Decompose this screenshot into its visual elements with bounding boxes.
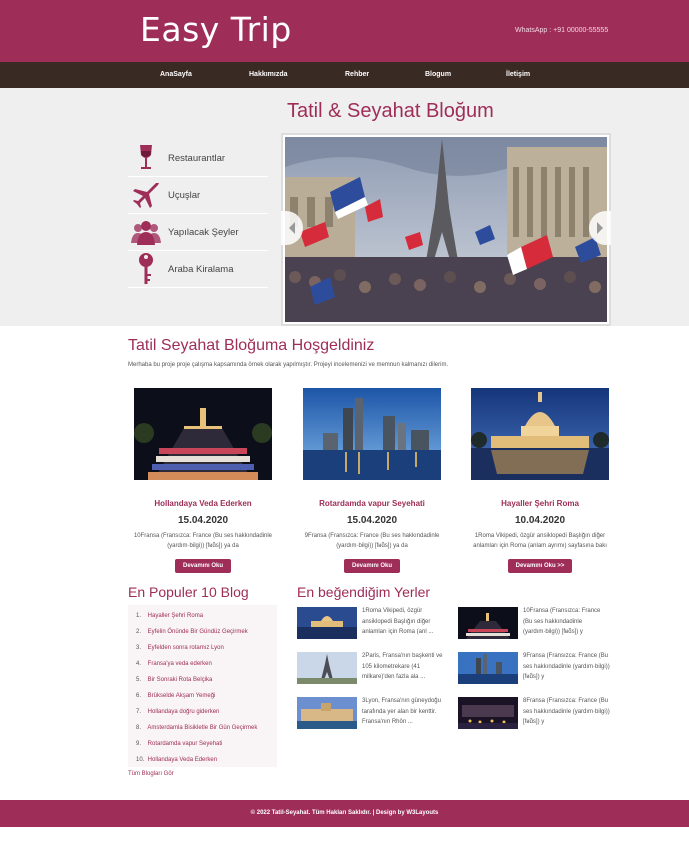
blog-card: Rotardamda vapur Seyehati 15.04.2020 9Fr… xyxy=(302,388,442,573)
list-item[interactable]: 9. Rotardamda vapur Seyehati xyxy=(136,736,277,752)
chevron-right-icon xyxy=(595,221,605,235)
hero-section: Tatil & Seyahat Bloğum Restaurantlar Uçu… xyxy=(0,88,689,326)
read-more-button[interactable]: Devamını Oku xyxy=(343,559,400,573)
blog-card-date: 10.04.2020 xyxy=(514,515,566,526)
favorite-place[interactable]: 10Fransa (Fransızca: France (Bu ses hakk… xyxy=(458,607,610,643)
favorite-place[interactable]: 1Roma Vikipedi, özgür ansiklopedi Başlığ… xyxy=(297,607,449,643)
favorite-place[interactable]: 2Paris, Fransa'nın başkenti ve 105 kilom… xyxy=(297,652,449,688)
list-item[interactable]: 3. Eyfelden sonra rotamız Lyon xyxy=(136,640,277,656)
favorite-place-image xyxy=(458,652,518,684)
blog-card: Hollandaya Veda Ederken 15.04.2020 10Fra… xyxy=(133,388,273,573)
list-item[interactable]: 4. Fransa'ya veda ederken xyxy=(136,656,277,672)
category-label: Restaurantlar xyxy=(168,152,226,164)
chevron-left-icon xyxy=(287,221,297,235)
category-item-restaurants[interactable]: Restaurantlar xyxy=(128,140,268,177)
blog-card: Hayaller Şehri Roma 10.04.2020 1Roma Vik… xyxy=(470,388,610,573)
header: Easy Trip WhatsApp : +91 00000-55555 xyxy=(0,0,689,62)
wine-glass-icon xyxy=(128,142,164,174)
favorite-place-text: 3Lyon, Fransa'nın güneydoğu tarafında ye… xyxy=(362,698,441,725)
favorite-places-title: En beğendiğim Yerler xyxy=(297,584,431,600)
category-label: Araba Kiralama xyxy=(168,263,234,275)
footer-copyright: © 2022 Tatil-Seyahat. Tüm Hakları Saklıd… xyxy=(250,810,439,816)
welcome-title: Tatil Seyahat Bloğuma Hoşgeldiniz xyxy=(128,337,375,354)
blog-card-title[interactable]: Hollandaya Veda Ederken xyxy=(133,499,273,508)
category-menu: Restaurantlar Uçuşlar Yapılacak Şeyler A… xyxy=(128,140,268,288)
favorite-place-image xyxy=(297,697,357,729)
favorite-place-image xyxy=(458,607,518,639)
all-blogs-link[interactable]: Tüm Blogları Gör xyxy=(128,771,174,777)
list-item[interactable]: 2. Eyfelin Önünde Bir Gündüz Geçirmek xyxy=(136,624,277,640)
list-item[interactable]: 1. Hayaller Şehri Roma xyxy=(136,608,277,624)
blog-card-image[interactable] xyxy=(471,388,609,480)
welcome-text: Merhaba bu proje proje çalışma kapsamınd… xyxy=(128,362,449,368)
list-item[interactable]: 7. Hollandaya doğru giderken xyxy=(136,704,277,720)
favorite-place-image xyxy=(297,607,357,639)
category-item-car-rental[interactable]: Araba Kiralama xyxy=(128,251,268,288)
blog-card-date: 15.04.2020 xyxy=(177,515,229,526)
favorite-place-text: 10Fransa (Fransızca: France (Bu ses hakk… xyxy=(523,608,601,635)
list-item[interactable]: 5. Bir Sonraki Rota Belçika xyxy=(136,672,277,688)
category-item-activities[interactable]: Yapılacak Şeyler xyxy=(128,214,268,251)
category-label: Uçuşlar xyxy=(168,189,201,201)
favorite-place-text: 2Paris, Fransa'nın başkenti ve 105 kilom… xyxy=(362,653,443,680)
main-nav: AnaSayfa Hakkımızda Rehber Blogum İletiş… xyxy=(0,62,689,88)
nav-item-home[interactable]: AnaSayfa xyxy=(160,71,192,78)
key-icon xyxy=(128,253,164,285)
airplane-icon xyxy=(128,179,164,211)
blog-card-image[interactable] xyxy=(134,388,272,480)
blog-card-image[interactable] xyxy=(303,388,441,480)
nav-item-blog[interactable]: Blogum xyxy=(425,71,451,78)
favorite-place-text: 8Fransa (Fransızca: France (Bu ses hakkı… xyxy=(523,698,610,725)
blog-card-title[interactable]: Rotardamda vapur Seyehati xyxy=(302,499,442,508)
image-slider[interactable] xyxy=(281,133,611,326)
favorite-place-image xyxy=(458,697,518,729)
popular-blogs-title: En Populer 10 Blog xyxy=(128,584,249,600)
list-item[interactable]: 6. Brükselde Akşam Yemeği xyxy=(136,688,277,704)
favorite-place-text: 1Roma Vikipedi, özgür ansiklopedi Başlığ… xyxy=(362,608,434,635)
nav-item-contact[interactable]: İletişim xyxy=(506,71,530,78)
nav-item-guide[interactable]: Rehber xyxy=(345,71,369,78)
blog-card-excerpt: 10Fransa (Fransızca: France (Bu ses hakk… xyxy=(133,533,273,549)
list-item[interactable]: 10. Hollandaya Veda Ederken xyxy=(136,752,277,768)
people-icon xyxy=(128,216,164,248)
list-item[interactable]: 8. Amsterdamla Bisikletle Bir Gün Geçirm… xyxy=(136,720,277,736)
read-more-button[interactable]: Devamını Oku xyxy=(174,559,231,573)
blog-card-date: 15.04.2020 xyxy=(346,515,398,526)
favorite-place[interactable]: 9Fransa (Fransızca: France (Bu ses hakkı… xyxy=(458,652,610,688)
footer: © 2022 Tatil-Seyahat. Tüm Hakları Saklıd… xyxy=(0,800,689,827)
category-item-flights[interactable]: Uçuşlar xyxy=(128,177,268,214)
favorite-place[interactable]: 3Lyon, Fransa'nın güneydoğu tarafında ye… xyxy=(297,697,449,733)
favorite-place[interactable]: 8Fransa (Fransızca: France (Bu ses hakkı… xyxy=(458,697,610,733)
popular-blogs-list: 1. Hayaller Şehri Roma 2. Eyfelin Önünde… xyxy=(128,605,277,767)
hero-title: Tatil & Seyahat Bloğum xyxy=(287,100,494,122)
blog-card-excerpt: 1Roma Vikipedi, özgür ansiklopedi Başlığ… xyxy=(473,533,607,549)
favorite-place-text: 9Fransa (Fransızca: France (Bu ses hakkı… xyxy=(523,653,610,680)
nav-item-about[interactable]: Hakkımızda xyxy=(249,71,288,78)
site-logo[interactable]: Easy Trip xyxy=(140,10,292,49)
blog-card-excerpt: 9Fransa (Fransızca: France (Bu ses hakkı… xyxy=(304,533,440,549)
read-more-button[interactable]: Devamını Oku >> xyxy=(507,559,573,573)
category-label: Yapılacak Şeyler xyxy=(168,226,239,238)
blog-card-title[interactable]: Hayaller Şehri Roma xyxy=(470,499,610,508)
favorite-place-image xyxy=(297,652,357,684)
whatsapp-contact: WhatsApp : +91 00000-55555 xyxy=(515,27,609,34)
slider-image xyxy=(285,137,607,322)
